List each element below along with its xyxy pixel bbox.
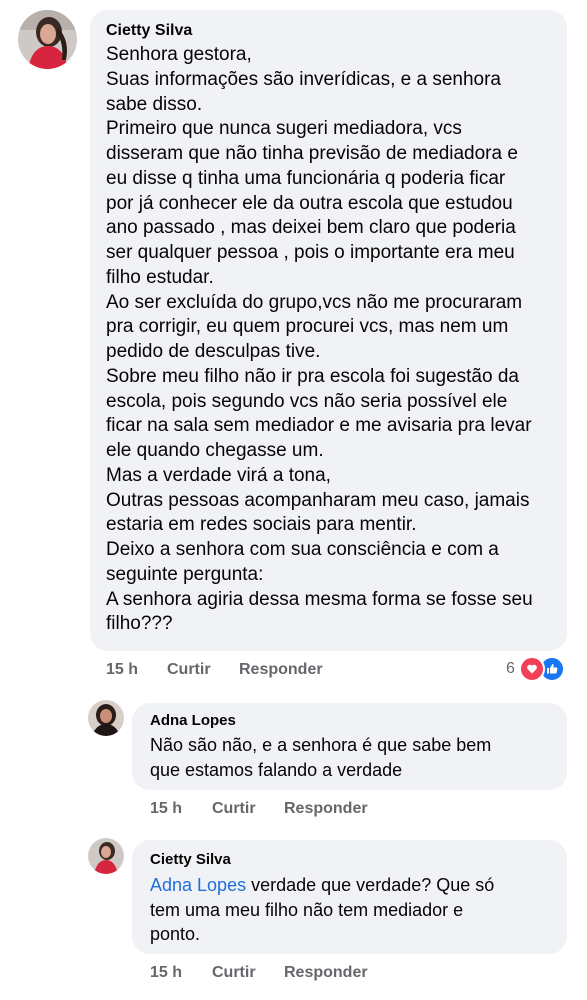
text-line: sabe disso.: [106, 93, 203, 115]
text-line: tem uma meu filho não tem mediador e: [150, 899, 464, 920]
text-line: Sobre meu filho não ir pra escola foi su…: [106, 365, 519, 387]
text-line: Não são não, e a senhora é que sabe bem: [150, 735, 492, 755]
comment-text: Senhora gestora, Suas informações são inv…: [106, 43, 533, 637]
text-line: filho estudar.: [106, 266, 214, 288]
text-line: que estamos falando a verdade: [150, 759, 403, 780]
text-line: Primeiro que nunca sugeri mediadora, vcs: [106, 118, 462, 140]
text-line: ele quando chegasse um.: [106, 440, 324, 461]
like-button[interactable]: Curtir: [212, 964, 256, 982]
text-line: ano passado , mas deixei bem claro que p…: [106, 217, 516, 239]
text-line: Deixo a senhora com sua consciência e co…: [106, 539, 499, 560]
reply-timestamp[interactable]: 15 h: [150, 964, 182, 982]
reply-text-line: Adna Lopes verdade que verdade? Que só: [150, 875, 495, 895]
text-line: pra corrigir, eu quem procurei vcs, mas …: [106, 316, 509, 338]
avatar-photo-icon: [88, 700, 124, 736]
reply-text: Não são não, e a senhora é que sabe bem q…: [150, 733, 491, 782]
avatar-photo-icon: [18, 10, 77, 69]
reply-button[interactable]: Responder: [284, 800, 368, 818]
love-icon: [518, 656, 545, 682]
text-line: eu disse q tinha uma funcionária q poder…: [106, 167, 506, 189]
reply-author[interactable]: Cietty Silva: [150, 851, 231, 868]
text-line: filho???: [106, 613, 173, 635]
text-line: Outras pessoas acompanharam meu caso, ja…: [106, 489, 530, 511]
text-line: Suas informações são inverídicas, e a se…: [106, 68, 501, 90]
text-line: por já conhecer ele da outra escola que …: [106, 192, 513, 214]
text-line: disseram que não tinha previsão de media…: [106, 143, 518, 164]
text-line: pedido de desculpas tive.: [106, 341, 321, 362]
avatar-adna-lopes[interactable]: [88, 700, 124, 736]
avatar-cietty-silva[interactable]: [18, 10, 77, 69]
text-line: ficar na sala sem mediador e me avisaria…: [106, 415, 532, 437]
comment-timestamp[interactable]: 15 h: [106, 661, 138, 679]
reaction-count: 6: [506, 660, 515, 677]
like-button[interactable]: Curtir: [167, 661, 211, 679]
comment-actions: 15 h Curtir Responder: [0, 661, 587, 683]
text-line: ponto.: [150, 924, 201, 944]
reply-text: Adna Lopes verdade que verdade? Que só t…: [150, 873, 494, 947]
avatar-cietty-silva[interactable]: [88, 838, 124, 874]
reply-actions: 15 h Curtir Responder: [0, 964, 587, 986]
reply-author[interactable]: Adna Lopes: [150, 712, 236, 729]
like-button[interactable]: Curtir: [212, 800, 256, 818]
text-line: Senhora gestora,: [106, 44, 252, 65]
text-line: ser qualquer pessoa , pois o importante …: [106, 242, 515, 263]
text-line: Ao ser excluída do grupo,vcs não me proc…: [106, 291, 523, 313]
comment-author[interactable]: Cietty Silva: [106, 22, 192, 40]
text-line: escola, pois segundo vcs não seria possí…: [106, 390, 508, 412]
text-line: A senhora agiria dessa mesma forma se fo…: [106, 588, 533, 610]
reply-actions: 15 h Curtir Responder: [0, 800, 587, 822]
text-line: Mas a verdade virá a tona,: [106, 464, 331, 486]
mention-link[interactable]: Adna Lopes: [150, 875, 246, 895]
reactions-summary[interactable]: 6: [506, 656, 565, 682]
avatar-photo-icon: [88, 838, 124, 874]
reply-button[interactable]: Responder: [284, 964, 368, 982]
text-line: estaria em redes sociais para mentir.: [106, 514, 417, 536]
reply-timestamp[interactable]: 15 h: [150, 800, 182, 818]
reply-button[interactable]: Responder: [239, 661, 323, 679]
text-line: seguinte pergunta:: [106, 563, 264, 585]
